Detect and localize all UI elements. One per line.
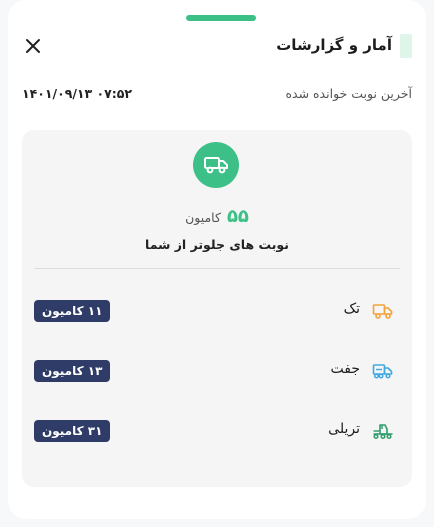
- single-truck-icon-wrap: [372, 301, 394, 321]
- list-item-trailer: تریلی ۳۱ کامیون: [34, 418, 400, 444]
- truck-icon-badge: [193, 142, 239, 188]
- truck-count-badge: ۱۳ کامیون: [34, 360, 111, 382]
- close-button[interactable]: [22, 35, 44, 57]
- last-turn-label: آخرین نوبت خوانده شده: [285, 86, 412, 101]
- last-turn-value: ۱۴۰۱/۰۹/۱۳ ۰۷:۵۲: [22, 86, 133, 101]
- list-item-label: تریلی: [328, 421, 360, 437]
- queue-count: ۵۵ کامیون: [22, 206, 412, 227]
- trailer-truck-icon-wrap: [372, 421, 394, 441]
- truck-count-badge: ۱۱ کامیون: [34, 300, 111, 322]
- bottom-sheet: آمار و گزارشات آخرین نوبت خوانده شده ۱۴۰…: [8, 0, 426, 519]
- sheet-header: آمار و گزارشات: [8, 32, 426, 60]
- list-item-double: جفت ۱۳ کامیون: [34, 358, 400, 384]
- list-item-single: تک ۱۱ کامیون: [34, 298, 400, 324]
- single-truck-icon: [372, 304, 393, 319]
- last-turn-info: آخرین نوبت خوانده شده ۱۴۰۱/۰۹/۱۳ ۰۷:۵۲: [22, 86, 412, 104]
- page-title: آمار و گزارشات: [276, 36, 392, 54]
- queue-count-number: ۵۵: [226, 206, 249, 227]
- list-item-label: جفت: [330, 361, 360, 377]
- truck-count-badge: ۳۱ کامیون: [34, 420, 111, 442]
- stats-card: ۵۵ کامیون نوبت های جلوتر از شما تک ۱۱ کام…: [22, 130, 412, 487]
- divider: [34, 268, 400, 269]
- drag-handle[interactable]: [186, 15, 256, 21]
- queue-count-unit: کامیون: [185, 210, 221, 225]
- queue-caption: نوبت های جلوتر از شما: [145, 237, 289, 252]
- trailer-truck-icon: [373, 424, 393, 440]
- close-icon: [26, 39, 40, 53]
- list-item-label: تک: [343, 301, 360, 317]
- double-truck-icon: [372, 364, 393, 379]
- title-accent-bar: [400, 34, 412, 58]
- truck-icon: [204, 157, 228, 174]
- double-truck-icon-wrap: [372, 361, 394, 381]
